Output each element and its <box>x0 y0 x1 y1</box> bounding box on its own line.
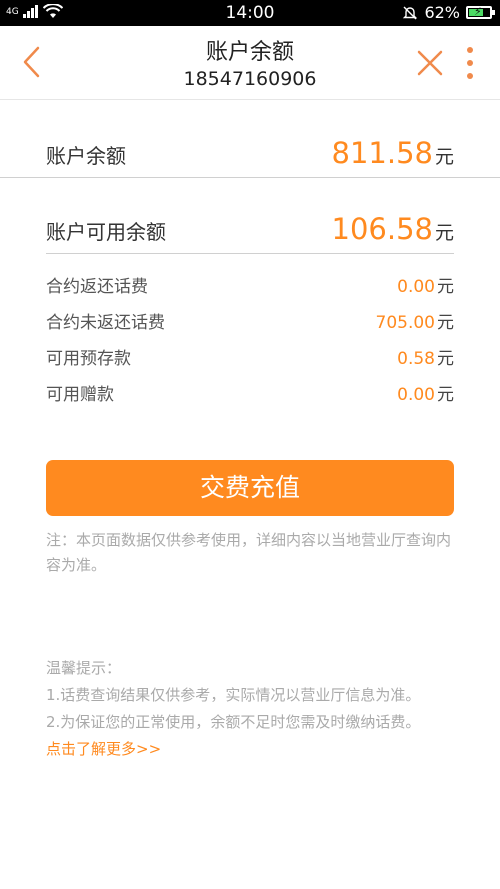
detail-row: 合约未返还话费 705.00 元 <box>46 308 454 333</box>
balance-amount: 811.58 元 <box>332 136 455 170</box>
detail-amount: 705.00 元 <box>376 308 454 333</box>
detail-amount: 0.58 元 <box>397 344 454 369</box>
available-label: 账户可用余额 <box>46 220 166 244</box>
tips-title: 温馨提示： <box>46 659 122 677</box>
battery-icon: ⚡ <box>466 5 495 19</box>
charging-icon: ⚡ <box>474 5 482 18</box>
balance-row: 账户余额 811.58 元 <box>46 136 454 170</box>
status-right: 62% ⚡ <box>402 3 495 22</box>
detail-value: 705.00 <box>375 313 435 333</box>
available-row: 账户可用余额 106.58 元 <box>46 212 454 246</box>
balance-label: 账户余额 <box>46 144 126 168</box>
detail-amount: 0.00 元 <box>397 380 454 405</box>
detail-label: 合约返还话费 <box>46 277 148 297</box>
disclaimer-note: 注：本页面数据仅供参考使用，详细内容以当地营业厅查询内容为准。 <box>46 531 452 574</box>
detail-value: 0.58 <box>397 349 435 369</box>
learn-more-link[interactable]: 点击了解更多>> <box>46 736 458 763</box>
mute-bell-icon <box>403 6 418 19</box>
status-bar: 4G 14:00 62% ⚡ <box>0 0 500 26</box>
available-unit: 元 <box>434 222 454 244</box>
tip-item: 2.为保证您的正常使用，余额不足时您需及时缴纳话费。 <box>46 713 421 731</box>
balance-value: 811.58 <box>331 136 433 170</box>
detail-row: 合约返还话费 0.00 元 <box>46 272 454 297</box>
recharge-button[interactable]: 交费充值 <box>46 460 454 516</box>
detail-value: 0.00 <box>397 385 435 405</box>
available-amount: 106.58 元 <box>332 212 455 246</box>
detail-value: 0.00 <box>397 277 435 297</box>
nav-header: 账户余额 18547160906 <box>0 26 500 100</box>
detail-label: 合约未返还话费 <box>46 313 165 333</box>
balance-unit: 元 <box>434 146 454 168</box>
detail-unit: 元 <box>437 277 454 297</box>
available-value: 106.58 <box>331 212 433 246</box>
detail-label: 可用赠款 <box>46 385 114 405</box>
detail-row: 可用赠款 0.00 元 <box>46 380 454 405</box>
detail-label: 可用预存款 <box>46 349 131 369</box>
tips-section: 温馨提示： 1.话费查询结果仅供参考，实际情况以营业厅信息为准。 2.为保证您的… <box>46 655 458 763</box>
detail-row: 可用预存款 0.58 元 <box>46 344 454 369</box>
detail-amount: 0.00 元 <box>397 272 454 297</box>
available-divider <box>46 253 454 254</box>
tip-item: 1.话费查询结果仅供参考，实际情况以营业厅信息为准。 <box>46 686 421 704</box>
detail-unit: 元 <box>437 349 454 369</box>
detail-unit: 元 <box>437 385 454 405</box>
detail-unit: 元 <box>437 313 454 333</box>
battery-percent: 62% <box>424 3 460 22</box>
balance-divider <box>0 177 500 178</box>
close-icon[interactable] <box>416 49 444 77</box>
more-options-icon[interactable] <box>462 44 478 84</box>
